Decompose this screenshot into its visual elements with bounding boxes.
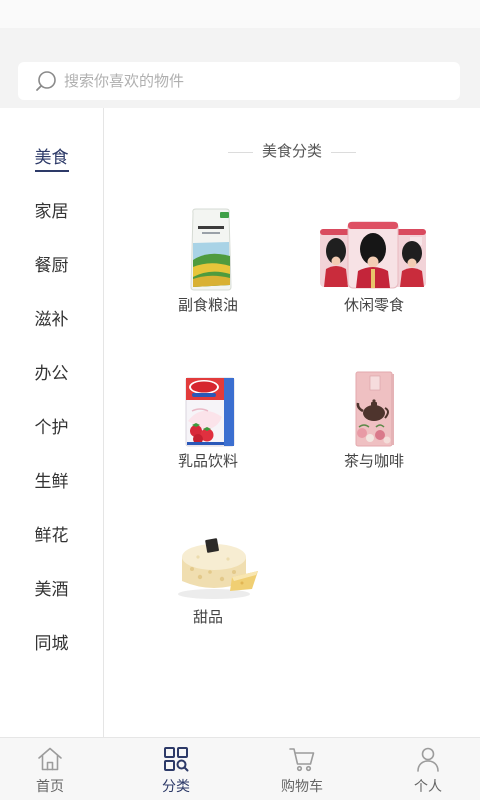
- search-header: [0, 28, 480, 108]
- tab-profile[interactable]: 个人: [378, 738, 478, 800]
- category-content: 美食分类 副食粮油 休闲零食 乳品饮料 茶与咖啡 甜品: [104, 108, 480, 737]
- tea-box-image: [355, 371, 394, 447]
- subcategory-label: 甜品: [192, 609, 223, 626]
- sidebar-item-wine[interactable]: 美酒: [0, 560, 103, 614]
- app-screen: 美食 家居 餐厨 滋补 办公 个护 生鲜 鲜花 美酒 同城 美食分类: [0, 0, 480, 800]
- subcategory-item[interactable]: 茶与咖啡: [291, 361, 457, 517]
- subcategory-item[interactable]: 副食粮油: [125, 205, 291, 361]
- tab-category[interactable]: 分类: [126, 738, 226, 800]
- main-area: 美食 家居 餐厨 滋补 办公 个护 生鲜 鲜花 美酒 同城 美食分类 副食粮油 …: [0, 108, 480, 737]
- sidebar-item-food[interactable]: 美食: [0, 128, 103, 182]
- category-sidebar: 美食 家居 餐厨 滋补 办公 个护 生鲜 鲜花 美酒 同城: [0, 108, 104, 737]
- sidebar-item-local[interactable]: 同城: [0, 614, 103, 668]
- cake-image: [178, 538, 258, 599]
- sidebar-item-flowers[interactable]: 鲜花: [0, 506, 103, 560]
- subcategory-item[interactable]: 乳品饮料: [125, 361, 291, 517]
- sidebar-item-kitchen[interactable]: 餐厨: [0, 236, 103, 290]
- subcategory-label: 乳品饮料: [177, 453, 238, 470]
- tab-label: 个人: [414, 778, 442, 794]
- sidebar-item-personal-care[interactable]: 个护: [0, 398, 103, 452]
- subcategory-label: 休闲零食: [343, 297, 404, 314]
- status-bar: [0, 0, 480, 28]
- subcategory-label: 副食粮油: [177, 297, 238, 314]
- tab-home[interactable]: 首页: [0, 738, 100, 800]
- subcategory-item[interactable]: 休闲零食: [291, 205, 457, 361]
- search-bar[interactable]: [18, 62, 460, 100]
- subcategory-item[interactable]: 甜品: [125, 517, 291, 673]
- sidebar-item-tonic[interactable]: 滋补: [0, 290, 103, 344]
- section-header: 美食分类: [104, 142, 480, 162]
- rice-bag-image: [190, 208, 232, 291]
- tab-cart[interactable]: 购物车: [252, 738, 352, 800]
- sidebar-item-office[interactable]: 办公: [0, 344, 103, 398]
- cart-icon: [289, 748, 315, 772]
- sidebar-item-fresh[interactable]: 生鲜: [0, 452, 103, 506]
- user-icon: [417, 747, 439, 772]
- category-icon: [164, 747, 189, 772]
- home-icon: [38, 747, 62, 771]
- title-divider-left: [227, 151, 253, 153]
- search-input[interactable]: [64, 62, 444, 100]
- subcategory-label: 茶与咖啡: [343, 453, 404, 470]
- milk-carton-image: [185, 377, 235, 447]
- bottom-tab-bar: 首页 分类 购物车 个人: [0, 737, 480, 800]
- tab-label: 首页: [36, 778, 64, 794]
- subcategory-grid: 副食粮油 休闲零食 乳品饮料 茶与咖啡 甜品: [125, 205, 457, 673]
- snack-tins-image: [320, 221, 426, 289]
- tab-label: 购物车: [281, 778, 323, 794]
- search-icon: [36, 71, 56, 91]
- tab-label: 分类: [162, 778, 190, 794]
- sidebar-item-home[interactable]: 家居: [0, 182, 103, 236]
- section-title: 美食分类: [261, 143, 322, 160]
- title-divider-right: [331, 151, 356, 153]
